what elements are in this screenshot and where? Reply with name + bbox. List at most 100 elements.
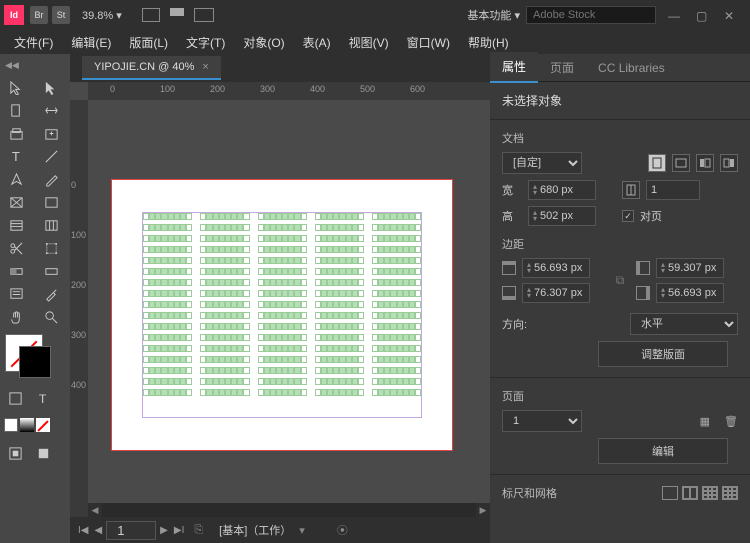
insert-page-icon[interactable]: ▦ <box>700 415 710 428</box>
page-preset-select[interactable]: [自定] <box>502 152 582 174</box>
close-icon[interactable]: ✕ <box>724 9 736 21</box>
pages-count-icon <box>622 181 640 199</box>
rectangle-frame-tool[interactable] <box>0 191 33 214</box>
vertical-grid-tool[interactable] <box>35 214 68 237</box>
margin-top-input[interactable]: ▴▾56.693 px <box>522 258 590 278</box>
binding-ltr-icon[interactable] <box>696 154 714 172</box>
rulers-grids-label: 标尺和网格 <box>502 485 557 501</box>
ruler-icon[interactable] <box>662 486 678 500</box>
canvas[interactable] <box>88 100 490 503</box>
view-mode-normal-icon[interactable] <box>4 442 26 465</box>
menu-layout[interactable]: 版面(L) <box>121 31 176 54</box>
free-transform-tool[interactable] <box>35 237 68 260</box>
selection-tool[interactable] <box>0 76 33 99</box>
formatting-container-icon[interactable] <box>4 387 26 410</box>
scissors-tool[interactable] <box>0 237 33 260</box>
first-page-icon[interactable]: I◀ <box>76 525 90 536</box>
screen-mode-icon[interactable] <box>170 8 184 22</box>
document-grid-icon[interactable] <box>702 486 718 500</box>
prev-page-icon[interactable]: ◀ <box>92 525 104 536</box>
horizontal-ruler[interactable]: 0 100 200 300 400 500 600 <box>88 82 490 100</box>
link-margins-icon[interactable]: ⧉ <box>610 273 630 288</box>
edit-page-button[interactable]: 编辑 <box>598 438 728 464</box>
rectangle-tool[interactable] <box>35 191 68 214</box>
pages-count-input[interactable]: 1 <box>646 180 700 200</box>
height-label: 高 <box>502 208 522 224</box>
page-navigator[interactable]: I◀ ◀ ▶ ▶I <box>76 521 186 540</box>
menu-help[interactable]: 帮助(H) <box>460 31 517 54</box>
tab-cc-libraries[interactable]: CC Libraries <box>586 55 677 81</box>
gradient-swatch-tool[interactable] <box>0 260 33 283</box>
next-page-icon[interactable]: ▶ <box>158 525 170 536</box>
content-collector-tool[interactable] <box>0 122 33 145</box>
apply-gradient-icon[interactable] <box>20 418 34 432</box>
direct-selection-tool[interactable] <box>35 76 68 99</box>
errors-icon[interactable]: ⦿ <box>337 522 348 538</box>
content-placer-tool[interactable] <box>35 122 68 145</box>
maximize-icon[interactable]: ▢ <box>696 9 708 21</box>
facing-pages-checkbox[interactable]: ✓ <box>622 210 634 222</box>
minimize-icon[interactable]: — <box>668 9 680 21</box>
height-input[interactable]: ▴▾502 px <box>528 206 596 226</box>
menu-window[interactable]: 窗口(W) <box>399 31 458 54</box>
delete-page-icon[interactable]: 🗑 <box>724 415 738 428</box>
orientation-landscape-icon[interactable] <box>672 154 690 172</box>
horizontal-scrollbar[interactable]: ◀▶ <box>88 503 490 517</box>
close-tab-icon[interactable]: × <box>202 61 208 73</box>
workspace-switcher[interactable]: 基本功能 ▾ <box>467 7 520 23</box>
stroke-swatch[interactable] <box>20 347 50 377</box>
document-tab[interactable]: YIPOJIE.CN @ 40% × <box>82 56 221 80</box>
margin-left-input[interactable]: ▴▾59.307 px <box>656 258 724 278</box>
page-number-input[interactable] <box>106 521 156 540</box>
toolbox-collapse-icon[interactable]: ◀◀ <box>5 60 19 71</box>
menu-edit[interactable]: 编辑(E) <box>63 31 119 54</box>
apply-none-icon[interactable] <box>36 418 50 432</box>
margin-bottom-input[interactable]: ▴▾76.307 px <box>522 283 590 303</box>
view-options-icon[interactable] <box>142 8 160 22</box>
grid-orientation-select[interactable]: 水平 <box>630 313 738 335</box>
margin-right-input[interactable]: ▴▾56.693 px <box>656 283 724 303</box>
apply-color-icon[interactable] <box>4 418 18 432</box>
baseline-grid-icon[interactable] <box>722 486 738 500</box>
adjust-layout-button[interactable]: 调整版面 <box>598 341 728 367</box>
preflight-profile[interactable]: [基本]（工作） <box>219 522 291 538</box>
tab-properties[interactable]: 属性 <box>490 52 538 83</box>
gap-tool[interactable] <box>35 99 68 122</box>
panel-tabs: 属性 页面 CC Libraries <box>490 54 750 82</box>
tab-pages[interactable]: 页面 <box>538 53 586 82</box>
vertical-ruler[interactable]: 0 100 200 300 400 <box>70 100 88 517</box>
menu-type[interactable]: 文字(T) <box>178 31 233 54</box>
bridge-icon[interactable]: Br <box>30 6 48 24</box>
arrange-icon[interactable] <box>194 8 214 22</box>
page[interactable] <box>112 180 452 450</box>
gradient-feather-tool[interactable] <box>35 260 68 283</box>
formatting-text-icon[interactable]: T <box>32 387 54 410</box>
note-tool[interactable] <box>0 283 33 306</box>
margins-section-label: 边距 <box>502 236 738 252</box>
search-input[interactable] <box>526 6 656 24</box>
pencil-tool[interactable] <box>35 168 68 191</box>
preflight-icon[interactable]: ⎘ <box>194 524 203 537</box>
column-guides-icon[interactable] <box>682 486 698 500</box>
orientation-portrait-icon[interactable] <box>648 154 666 172</box>
menu-object[interactable]: 对象(O) <box>235 31 292 54</box>
horizontal-grid-tool[interactable] <box>0 214 33 237</box>
menu-table[interactable]: 表(A) <box>295 31 339 54</box>
pen-tool[interactable] <box>0 168 33 191</box>
hand-tool[interactable] <box>0 306 33 329</box>
line-tool[interactable] <box>35 145 68 168</box>
menu-file[interactable]: 文件(F) <box>6 31 61 54</box>
page-tool[interactable] <box>0 99 33 122</box>
last-page-icon[interactable]: ▶I <box>172 525 186 536</box>
view-mode-preview-icon[interactable] <box>32 442 54 465</box>
zoom-tool[interactable] <box>35 306 68 329</box>
zoom-level-combo[interactable]: 39.8% ▾ <box>82 9 122 22</box>
stock-icon[interactable]: St <box>52 6 70 24</box>
page-select[interactable]: 1 <box>502 410 582 432</box>
menubar: 文件(F) 编辑(E) 版面(L) 文字(T) 对象(O) 表(A) 视图(V)… <box>0 30 750 54</box>
type-tool[interactable]: T <box>0 145 33 168</box>
width-input[interactable]: ▴▾680 px <box>528 180 596 200</box>
eyedropper-tool[interactable] <box>35 283 68 306</box>
menu-view[interactable]: 视图(V) <box>341 31 397 54</box>
binding-rtl-icon[interactable] <box>720 154 738 172</box>
